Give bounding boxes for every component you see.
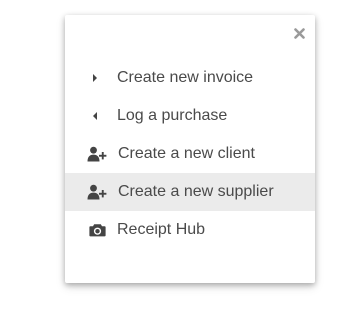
- menu-item-log-a-purchase[interactable]: Log a purchase: [65, 97, 315, 135]
- menu-item-label: Receipt Hub: [117, 221, 206, 238]
- menu-item-label: Create new invoice: [117, 69, 254, 86]
- user-plus-icon: [87, 135, 107, 173]
- menu-item-create-a-new-supplier[interactable]: Create a new supplier: [65, 173, 315, 211]
- close-button[interactable]: [292, 26, 306, 40]
- menu-item-label: Log a purchase: [117, 107, 228, 124]
- quick-actions-menu: Create new invoice Log a purchase Create…: [65, 15, 315, 283]
- menu-item-label: Create a new supplier: [118, 183, 274, 200]
- user-plus-icon: [87, 173, 107, 211]
- menu-item-label: Create a new client: [118, 145, 255, 162]
- camera-icon: [87, 211, 107, 249]
- close-icon: [293, 27, 305, 39]
- caret-right-icon: [85, 59, 105, 97]
- menu-item-create-new-invoice[interactable]: Create new invoice: [65, 59, 315, 97]
- menu-item-receipt-hub[interactable]: Receipt Hub: [65, 211, 315, 249]
- menu-list: Create new invoice Log a purchase Create…: [65, 59, 315, 249]
- caret-left-icon: [85, 97, 105, 135]
- menu-item-create-a-new-client[interactable]: Create a new client: [65, 135, 315, 173]
